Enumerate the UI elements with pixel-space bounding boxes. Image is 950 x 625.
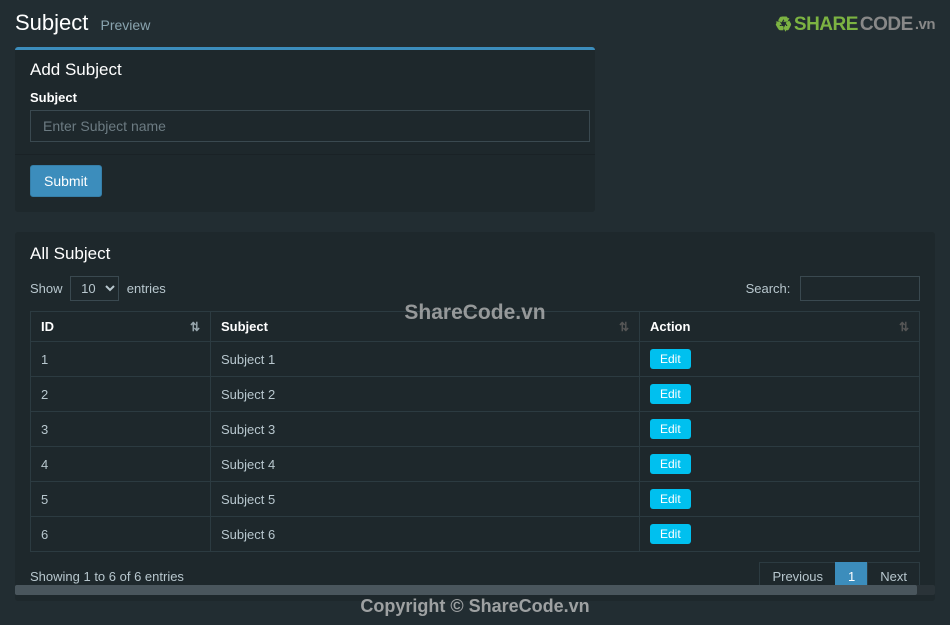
length-suffix: entries: [127, 281, 166, 296]
table-header-row: ID ⇅ Subject ⇅ Action ⇅: [31, 312, 920, 342]
cell-id: 2: [31, 377, 211, 412]
cell-action: Edit: [640, 412, 920, 447]
table-row: 3Subject 3 Edit: [31, 412, 920, 447]
edit-button[interactable]: Edit: [650, 524, 691, 544]
cell-action: Edit: [640, 377, 920, 412]
cell-action: Edit: [640, 517, 920, 552]
cell-subject: Subject 6: [211, 517, 640, 552]
length-control: Show 10 entries: [30, 276, 166, 301]
subject-input[interactable]: [30, 110, 590, 142]
edit-button[interactable]: Edit: [650, 349, 691, 369]
sort-icon: ⇅: [899, 320, 909, 334]
recycle-icon: ♻: [774, 12, 791, 37]
cell-action: Edit: [640, 447, 920, 482]
cell-id: 5: [31, 482, 211, 517]
cell-subject: Subject 3: [211, 412, 640, 447]
search-input[interactable]: [800, 276, 920, 301]
edit-button[interactable]: Edit: [650, 384, 691, 404]
add-subject-panel-title: Add Subject: [15, 50, 595, 90]
search-control: Search:: [746, 276, 920, 301]
cell-action: Edit: [640, 342, 920, 377]
edit-button[interactable]: Edit: [650, 454, 691, 474]
column-header-id[interactable]: ID ⇅: [31, 312, 211, 342]
length-select[interactable]: 10: [70, 276, 119, 301]
subjects-table: ID ⇅ Subject ⇅ Action ⇅ 1Subject 1Edit2S…: [30, 311, 920, 552]
table-row: 4Subject 4 Edit: [31, 447, 920, 482]
cell-subject: Subject 5: [211, 482, 640, 517]
logo-text-share: SHARE: [794, 14, 858, 36]
table-row: 2Subject 2 Edit: [31, 377, 920, 412]
cell-subject: Subject 4: [211, 447, 640, 482]
sort-icon: ⇅: [619, 320, 629, 334]
cell-action: Edit: [640, 482, 920, 517]
cell-subject: Subject 1: [211, 342, 640, 377]
table-row: 6Subject 6 Edit: [31, 517, 920, 552]
cell-id: 6: [31, 517, 211, 552]
cell-id: 3: [31, 412, 211, 447]
site-logo: ♻ SHARECODE.vn: [774, 12, 935, 37]
subject-label: Subject: [30, 90, 580, 105]
edit-button[interactable]: Edit: [650, 489, 691, 509]
add-subject-panel: Add Subject Subject Submit: [15, 47, 595, 212]
cell-id: 1: [31, 342, 211, 377]
page-title: Subject Preview: [15, 10, 150, 36]
column-header-action[interactable]: Action ⇅: [640, 312, 920, 342]
cell-id: 4: [31, 447, 211, 482]
all-subject-panel: All Subject Show 10 entries Search: ID ⇅: [15, 232, 935, 601]
logo-text-vn: .vn: [915, 16, 935, 33]
table-row: 5Subject 5 Edit: [31, 482, 920, 517]
horizontal-scrollbar[interactable]: [15, 585, 935, 595]
submit-button[interactable]: Submit: [30, 165, 102, 197]
cell-subject: Subject 2: [211, 377, 640, 412]
edit-button[interactable]: Edit: [650, 419, 691, 439]
scrollbar-thumb[interactable]: [15, 585, 917, 595]
sort-asc-icon: ⇅: [190, 320, 200, 334]
logo-text-code: CODE: [860, 14, 913, 36]
all-subject-panel-title: All Subject: [15, 232, 935, 276]
length-prefix: Show: [30, 281, 63, 296]
page-subtitle: Preview: [101, 17, 151, 33]
table-row: 1Subject 1 Edit: [31, 342, 920, 377]
page-title-text: Subject: [15, 10, 88, 35]
table-info: Showing 1 to 6 of 6 entries: [30, 569, 184, 584]
column-header-subject[interactable]: Subject ⇅: [211, 312, 640, 342]
search-label: Search:: [746, 281, 791, 296]
